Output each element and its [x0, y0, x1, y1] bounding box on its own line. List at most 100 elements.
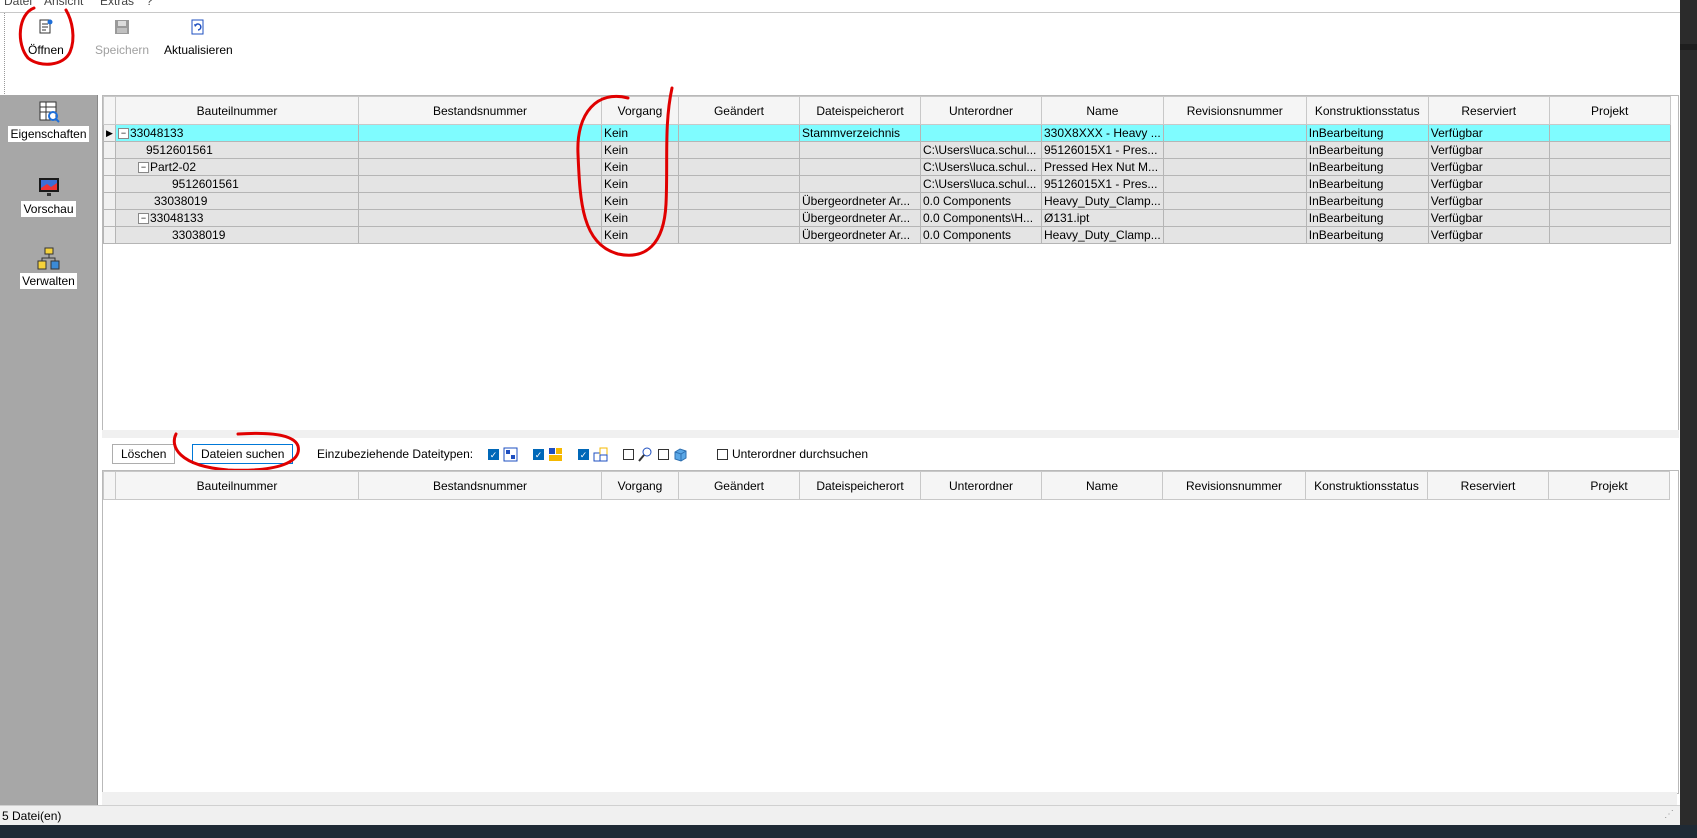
col-geaendert[interactable]: Geändert — [678, 471, 800, 500]
col-dateispeicherort[interactable]: Dateispeicherort — [799, 471, 921, 500]
table-row[interactable]: −33048133 Kein Übergeordneter Ar... 0.0 … — [103, 209, 1671, 227]
vorgang-cell[interactable]: Kein — [601, 209, 679, 227]
revision-cell — [1162, 158, 1307, 176]
col-revisionsnummer[interactable]: Revisionsnummer — [1162, 96, 1307, 125]
manage-button[interactable]: Verwalten — [0, 247, 97, 289]
menu-help[interactable]: ? — [146, 0, 153, 8]
bestand-cell — [358, 141, 602, 159]
col-geaendert[interactable]: Geändert — [678, 96, 800, 125]
filetype-drawing-checkbox[interactable] — [623, 449, 634, 460]
vorgang-cell[interactable]: Kein — [601, 175, 679, 193]
assembly-tree-pane: Bauteilnummer Bestandsnummer Vorgang Geä… — [102, 95, 1679, 431]
properties-button[interactable]: Eigenschaften — [0, 100, 97, 142]
col-name[interactable]: Name — [1041, 96, 1164, 125]
table-row[interactable]: 9512601561 Kein C:\Users\luca.schul... 9… — [103, 141, 1671, 159]
col-projekt[interactable]: Projekt — [1548, 96, 1671, 125]
col-konstruktionsstatus[interactable]: Konstruktionsstatus — [1305, 471, 1428, 500]
name-cell: 95126015X1 - Pres... — [1041, 141, 1164, 159]
col-vorgang[interactable]: Vorgang — [601, 96, 679, 125]
delete-button[interactable]: Löschen — [112, 444, 176, 464]
assembly-file-icon — [549, 448, 562, 461]
vorgang-cell[interactable]: Kein — [601, 124, 679, 142]
revision-cell — [1162, 124, 1307, 142]
geaendert-cell — [678, 209, 800, 227]
col-vorgang[interactable]: Vorgang — [601, 471, 679, 500]
col-reserviert[interactable]: Reserviert — [1427, 96, 1550, 125]
horizontal-scrollbar[interactable] — [102, 792, 1677, 805]
unterordner-cell: 0.0 Components — [920, 192, 1042, 210]
menu-extras[interactable]: Extras — [100, 0, 134, 8]
filetype-presentation-checkbox[interactable]: ✓ — [578, 449, 589, 460]
projekt-cell — [1548, 158, 1671, 176]
revision-cell — [1162, 226, 1307, 244]
resize-grip-icon[interactable]: ⋰ — [1664, 809, 1674, 820]
col-konstruktionsstatus[interactable]: Konstruktionsstatus — [1305, 96, 1429, 125]
row-header-corner — [103, 96, 116, 125]
table-row[interactable]: 33038019 Kein Übergeordneter Ar... 0.0 C… — [103, 192, 1671, 210]
col-bestandsnummer[interactable]: Bestandsnummer — [358, 471, 602, 500]
filetype-assembly-checkbox[interactable]: ✓ — [533, 449, 544, 460]
geaendert-cell — [678, 192, 800, 210]
bauteil-cell: 33038019 — [115, 226, 359, 244]
assembly-tree-grid: Bauteilnummer Bestandsnummer Vorgang Geä… — [103, 96, 1671, 244]
speicherort-cell: Übergeordneter Ar... — [799, 226, 921, 244]
subfolder-label: Unterordner durchsuchen — [732, 447, 869, 461]
collapse-icon[interactable]: − — [118, 127, 129, 139]
filetype-solid-checkbox[interactable] — [658, 449, 669, 460]
vorgang-cell[interactable]: Kein — [601, 192, 679, 210]
col-bauteilnummer[interactable]: Bauteilnummer — [115, 96, 359, 125]
col-dateispeicherort[interactable]: Dateispeicherort — [799, 96, 921, 125]
col-revisionsnummer[interactable]: Revisionsnummer — [1162, 471, 1306, 500]
refresh-document-icon — [191, 19, 204, 35]
collapse-icon[interactable]: − — [138, 212, 149, 224]
subfolder-checkbox[interactable] — [717, 449, 728, 460]
col-name[interactable]: Name — [1041, 471, 1163, 500]
vorgang-cell[interactable]: Kein — [601, 141, 679, 159]
vorgang-cell[interactable]: Kein — [601, 158, 679, 176]
col-reserviert[interactable]: Reserviert — [1427, 471, 1549, 500]
speicherort-cell — [799, 158, 921, 176]
geaendert-cell — [678, 226, 800, 244]
row-header — [103, 192, 116, 210]
search-files-button[interactable]: Dateien suchen — [192, 444, 294, 464]
table-row[interactable]: 9512601561 Kein C:\Users\luca.schul... 9… — [103, 175, 1671, 193]
status-cell: InBearbeitung — [1305, 141, 1429, 159]
open-button[interactable]: Öffnen — [28, 19, 64, 57]
revision-cell — [1162, 141, 1307, 159]
filetype-part-checkbox[interactable]: ✓ — [488, 449, 499, 460]
properties-table-icon — [39, 101, 60, 123]
table-row[interactable]: − Part2-02 Kein C:\Users\luca.schul... Pr… — [103, 158, 1671, 176]
status-cell: InBearbeitung — [1305, 158, 1429, 176]
col-bestandsnummer[interactable]: Bestandsnummer — [358, 96, 602, 125]
menu-ansicht[interactable]: Ansicht — [44, 0, 83, 8]
projekt-cell — [1548, 124, 1671, 142]
col-projekt[interactable]: Projekt — [1548, 471, 1670, 500]
bauteil-cell: −33048133 — [115, 209, 359, 227]
monitor-icon — [38, 178, 59, 196]
unterordner-cell: 0.0 Components\H... — [920, 209, 1042, 227]
projekt-cell — [1548, 209, 1671, 227]
open-button-label: Öffnen — [28, 43, 64, 57]
collapse-icon[interactable]: − — [138, 161, 149, 173]
pane-splitter[interactable] — [102, 430, 1679, 438]
speicherort-cell — [799, 175, 921, 193]
bestand-cell — [358, 209, 602, 227]
col-unterordner[interactable]: Unterordner — [920, 96, 1042, 125]
vorgang-cell[interactable]: Kein — [601, 226, 679, 244]
preview-button[interactable]: Vorschau — [0, 175, 97, 217]
open-file-icon — [39, 19, 53, 34]
table-row[interactable]: 33038019 Kein Übergeordneter Ar... 0.0 C… — [103, 226, 1671, 244]
col-unterordner[interactable]: Unterordner — [920, 471, 1042, 500]
menu-datei[interactable]: Datei — [4, 0, 32, 8]
unterordner-cell: C:\Users\luca.schul... — [920, 141, 1042, 159]
projekt-cell — [1548, 226, 1671, 244]
refresh-button[interactable]: Aktualisieren — [164, 19, 233, 57]
drawing-file-icon — [638, 447, 652, 462]
table-row[interactable]: ▶ −33048133 Kein Stammverzeichnis 330X8X… — [103, 124, 1671, 142]
save-button[interactable]: Speichern — [95, 19, 149, 57]
status-bar: 5 Datei(en) ⋰ — [0, 805, 1680, 826]
row-header — [103, 141, 116, 159]
bauteil-cell: − Part2-02 — [115, 158, 359, 176]
col-bauteilnummer[interactable]: Bauteilnummer — [115, 471, 359, 500]
row-header — [103, 175, 116, 193]
